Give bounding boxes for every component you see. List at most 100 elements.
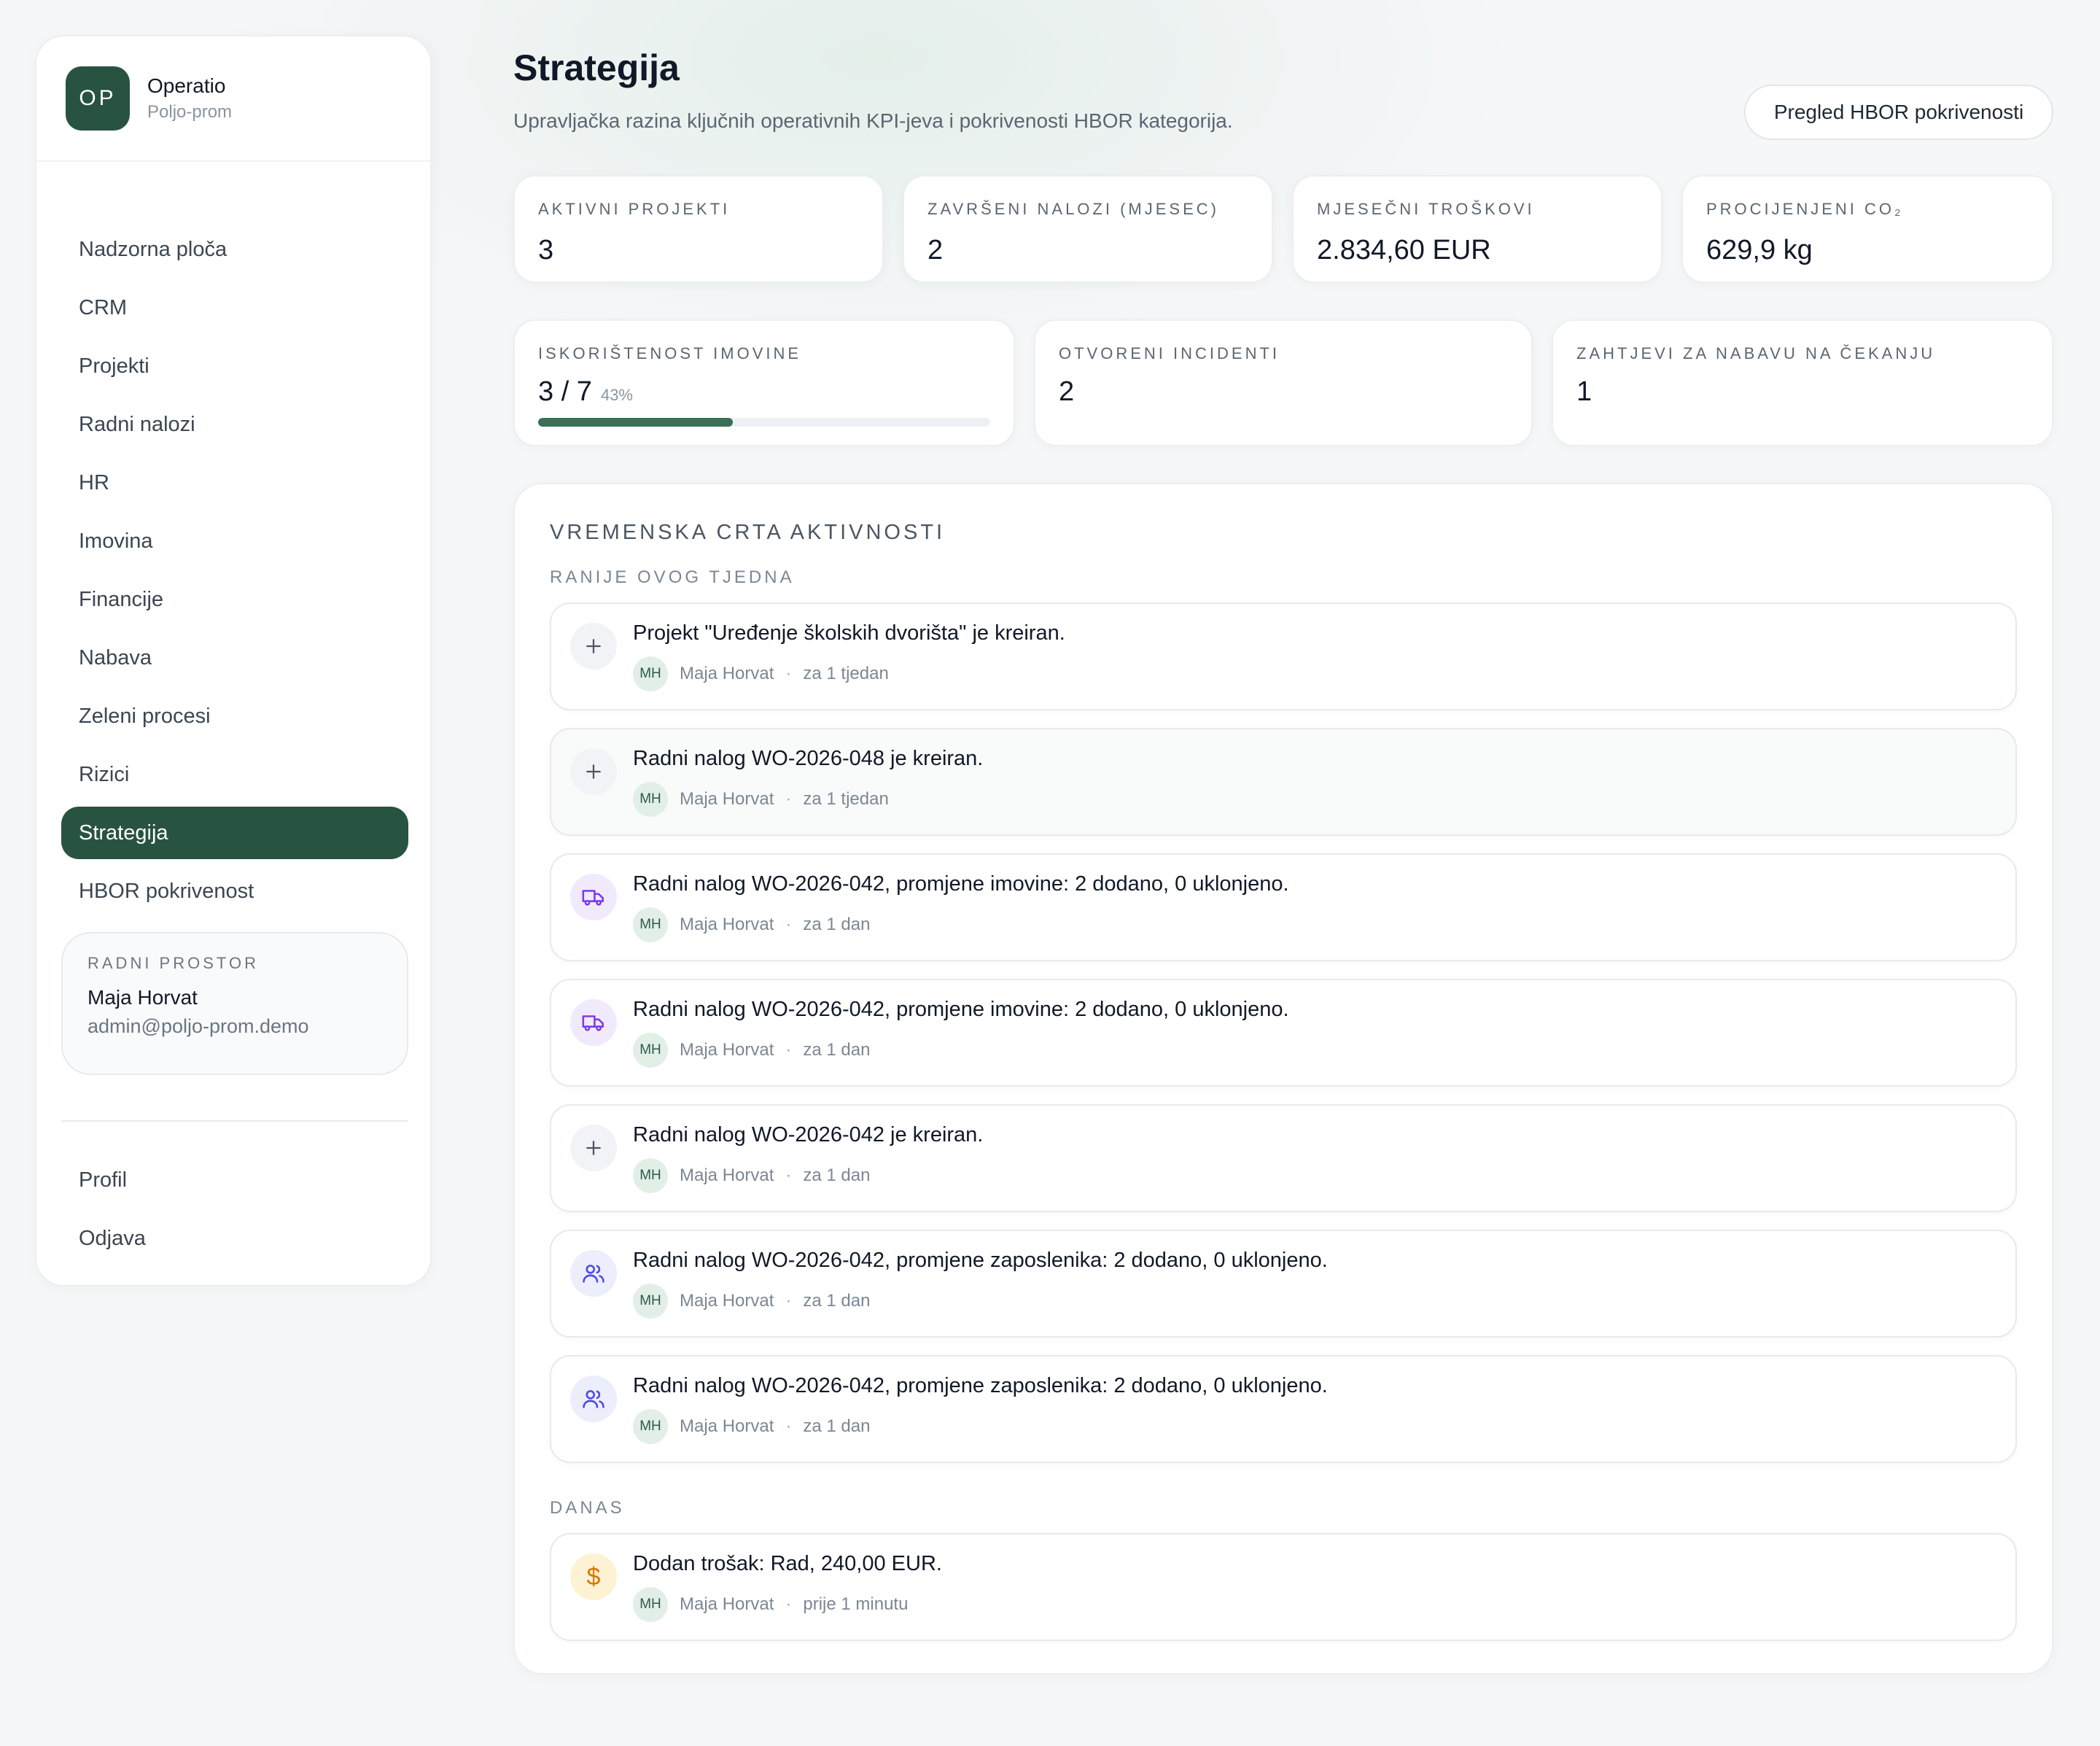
event-user: Maja Horvat	[680, 1165, 774, 1185]
sidebar-item-rizici[interactable]: Rizici	[61, 748, 408, 801]
event-time: za 1 dan	[803, 1040, 871, 1060]
sidebar-item-profil[interactable]: Profil	[61, 1154, 408, 1206]
separator-dot: ·	[785, 789, 792, 809]
truck-icon	[570, 999, 617, 1046]
utilization-progress-fill	[538, 418, 733, 427]
timeline-group-label: DANAS	[550, 1498, 625, 1518]
event-text: Dodan trošak: Rad, 240,00 EUR.	[633, 1552, 942, 1575]
event-time: za 1 dan	[803, 915, 871, 934]
timeline-event[interactable]: Projekt "Uređenje školskih dvorišta" je …	[550, 602, 2017, 710]
kpi-label: MJESEČNI TROŠKOVI	[1317, 200, 1535, 218]
event-text: Projekt "Uređenje školskih dvorišta" je …	[633, 621, 1065, 645]
event-time: za 1 dan	[803, 1416, 871, 1436]
avatar: MH	[633, 1409, 668, 1444]
kpi-card-procijenjeni-co2: PROCIJENJENI CO₂ 629,9 kg	[1681, 175, 2053, 283]
kpi-card-otvoreni-incidenti: OTVORENI INCIDENTI 2	[1034, 319, 1533, 446]
plus-icon	[570, 623, 617, 670]
sidebar-item-imovina[interactable]: Imovina	[61, 515, 408, 567]
kpi-percent: 43%	[600, 386, 633, 404]
brand[interactable]: OP Operatio Poljo-prom	[36, 36, 430, 162]
timeline-event[interactable]: Radni nalog WO-2026-048 je kreiran. MH M…	[550, 728, 2017, 836]
sidebar-item-nadzorna-ploca[interactable]: Nadzorna ploča	[61, 223, 408, 276]
users-icon	[570, 1376, 617, 1422]
event-meta: MH Maja Horvat · za 1 dan	[633, 1409, 870, 1444]
event-user: Maja Horvat	[680, 664, 774, 683]
kpi-card-zavrseni-nalozi: ZAVRŠENI NALOZI (MJESEC) 2	[903, 175, 1273, 283]
users-icon	[570, 1250, 617, 1297]
event-meta: MH Maja Horvat · za 1 dan	[633, 1033, 870, 1068]
avatar: MH	[633, 1284, 668, 1319]
sidebar-item-crm[interactable]: CRM	[61, 282, 408, 334]
kpi-card-iskoristenost-imovine: ISKORIŠTENOST IMOVINE 3 / 7 43%	[513, 319, 1015, 446]
sidebar-item-radni-nalozi[interactable]: Radni nalozi	[61, 398, 408, 451]
sidebar-item-hbor-pokrivenost[interactable]: HBOR pokrivenost	[61, 865, 408, 917]
sidebar-item-hr[interactable]: HR	[61, 457, 408, 509]
activity-timeline: VREMENSKA CRTA AKTIVNOSTI RANIJE OVOG TJ…	[513, 483, 2053, 1675]
sidebar-divider	[61, 1120, 408, 1122]
separator-dot: ·	[785, 1040, 792, 1060]
kpi-card-zahtjevi-za-nabavu: ZAHTJEVI ZA NABAVU NA ČEKANJU 1	[1552, 319, 2053, 446]
separator-dot: ·	[785, 1165, 792, 1185]
event-text: Radni nalog WO-2026-048 je kreiran.	[633, 747, 984, 770]
brand-name: Operatio	[147, 74, 226, 97]
sidebar-bottom-nav: Profil Odjava	[61, 1154, 408, 1270]
sidebar-item-zeleni-procesi[interactable]: Zeleni procesi	[61, 690, 408, 742]
workspace-card: RADNI PROSTOR Maja Horvat admin@poljo-pr…	[61, 932, 408, 1075]
kpi-label: ZAVRŠENI NALOZI (MJESEC)	[928, 200, 1219, 218]
kpi-label: OTVORENI INCIDENTI	[1059, 344, 1280, 362]
sidebar-item-projekti[interactable]: Projekti	[61, 340, 408, 392]
separator-dot: ·	[785, 664, 792, 683]
separator-dot: ·	[785, 1416, 792, 1436]
sidebar-item-financije[interactable]: Financije	[61, 573, 408, 626]
event-time: prije 1 minutu	[803, 1594, 909, 1614]
kpi-value: 3	[538, 235, 554, 265]
kpi-value: 2.834,60 EUR	[1317, 235, 1491, 265]
sidebar: OP Operatio Poljo-prom Nadzorna ploča CR…	[35, 35, 432, 1287]
event-text: Radni nalog WO-2026-042 je kreiran.	[633, 1123, 984, 1146]
timeline-group-label: RANIJE OVOG TJEDNA	[550, 567, 795, 587]
hbor-overview-button[interactable]: Pregled HBOR pokrivenosti	[1744, 85, 2053, 140]
sidebar-item-strategija[interactable]: Strategija	[61, 807, 408, 859]
sidebar-nav: Nadzorna ploča CRM Projekti Radni nalozi…	[61, 223, 408, 923]
event-user: Maja Horvat	[680, 1416, 774, 1436]
timeline-event[interactable]: Radni nalog WO-2026-042, promjene zaposl…	[550, 1355, 2017, 1463]
kpi-card-aktivni-projekti: AKTIVNI PROJEKTI 3	[513, 175, 884, 283]
event-meta: MH Maja Horvat · za 1 tjedan	[633, 782, 889, 817]
event-time: za 1 dan	[803, 1165, 871, 1185]
timeline-event[interactable]: Radni nalog WO-2026-042 je kreiran. MH M…	[550, 1104, 2017, 1212]
timeline-event[interactable]: Radni nalog WO-2026-042, promjene imovin…	[550, 979, 2017, 1087]
timeline-event[interactable]: Radni nalog WO-2026-042, promjene imovin…	[550, 853, 2017, 961]
event-time: za 1 tjedan	[803, 789, 889, 809]
kpi-label: AKTIVNI PROJEKTI	[538, 200, 731, 218]
separator-dot: ·	[785, 915, 792, 934]
truck-icon	[570, 874, 617, 920]
sidebar-item-odjava[interactable]: Odjava	[61, 1212, 408, 1265]
kpi-label: PROCIJENJENI CO₂	[1706, 200, 1904, 218]
avatar: MH	[633, 907, 668, 942]
event-meta: MH Maja Horvat · prije 1 minutu	[633, 1587, 908, 1622]
event-user: Maja Horvat	[680, 1291, 774, 1311]
sidebar-item-nabava[interactable]: Nabava	[61, 632, 408, 684]
kpi-label: ZAHTJEVI ZA NABAVU NA ČEKANJU	[1576, 344, 1936, 362]
event-meta: MH Maja Horvat · za 1 tjedan	[633, 656, 889, 691]
event-text: Radni nalog WO-2026-042, promjene zaposl…	[633, 1374, 1328, 1397]
avatar: MH	[633, 1158, 668, 1193]
page-subtitle: Upravljačka razina ključnih operativnih …	[513, 109, 1233, 132]
page-title: Strategija	[513, 47, 680, 88]
event-user: Maja Horvat	[680, 1594, 774, 1614]
kpi-value: 3 / 7 43%	[538, 376, 990, 408]
timeline-event[interactable]: $ Dodan trošak: Rad, 240,00 EUR. MH Maja…	[550, 1533, 2017, 1641]
plus-icon	[570, 1125, 617, 1171]
event-time: za 1 tjedan	[803, 664, 889, 683]
workspace-user-name: Maja Horvat	[88, 986, 198, 1009]
event-text: Radni nalog WO-2026-042, promjene imovin…	[633, 872, 1289, 896]
brand-logo: OP	[66, 66, 130, 131]
timeline-title: VREMENSKA CRTA AKTIVNOSTI	[550, 521, 946, 544]
event-meta: MH Maja Horvat · za 1 dan	[633, 1158, 870, 1193]
kpi-card-mjesecni-troskovi: MJESEČNI TROŠKOVI 2.834,60 EUR	[1292, 175, 1662, 283]
workspace-user-email: admin@poljo-prom.demo	[88, 1015, 309, 1037]
event-meta: MH Maja Horvat · za 1 dan	[633, 907, 870, 942]
timeline-event[interactable]: Radni nalog WO-2026-042, promjene zaposl…	[550, 1230, 2017, 1338]
kpi-value: 629,9 kg	[1706, 235, 1813, 265]
utilization-progress-bar	[538, 418, 990, 427]
